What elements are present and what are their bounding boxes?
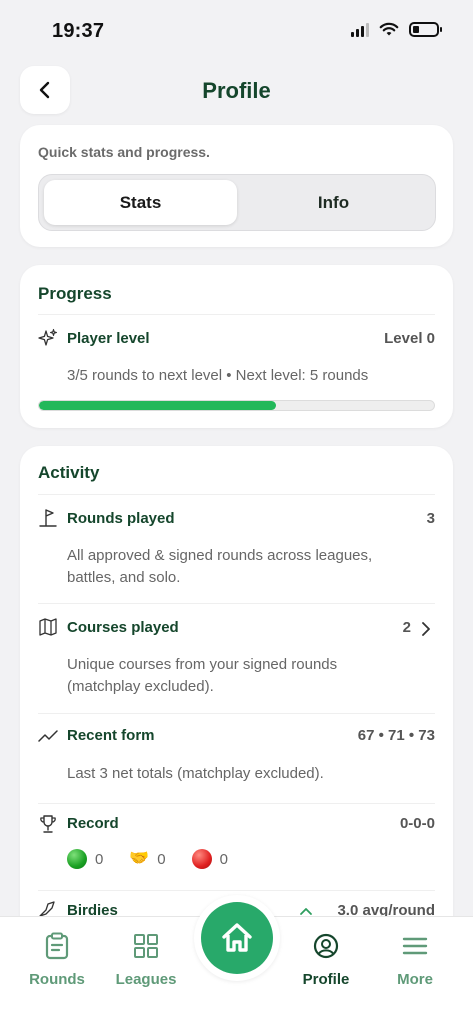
trend-up-icon [300, 908, 312, 915]
status-icons [351, 22, 442, 37]
activity-card: Activity Rounds played 3 All approved & … [20, 446, 453, 946]
tab-stats[interactable]: Stats [44, 180, 237, 225]
trophy-icon [40, 815, 56, 833]
nav-leagues-label: Leagues [115, 971, 177, 988]
level-progress-bar [38, 400, 435, 411]
tab-info[interactable]: Info [237, 180, 430, 225]
progress-card: Progress Player level Level 0 3/5 rounds… [20, 265, 453, 428]
courses-played-value: 2 [402, 619, 411, 636]
menu-icon [400, 931, 430, 961]
courses-played-label: Courses played [67, 619, 179, 636]
win-dot-icon [67, 849, 87, 869]
nav-profile[interactable]: Profile [281, 931, 371, 988]
nav-rounds-label: Rounds [29, 971, 85, 988]
rounds-played-value: 3 [426, 510, 435, 527]
chevron-right-icon [422, 622, 430, 636]
halves-count: 0 [157, 850, 166, 868]
clipboard-icon [42, 931, 72, 961]
trend-line-icon [38, 730, 58, 742]
home-button-inner [201, 902, 273, 974]
overview-subtitle: Quick stats and progress. [38, 144, 210, 160]
rounds-played-description: All approved & signed rounds across leag… [67, 547, 373, 586]
divider [38, 314, 435, 315]
page-title: Profile [202, 78, 271, 103]
map-icon [39, 618, 57, 636]
level-progress-fill [39, 401, 276, 410]
losses-count: 0 [219, 850, 228, 868]
wins-count: 0 [95, 850, 104, 868]
recent-form-description: Last 3 net totals (matchplay excluded). [67, 765, 324, 782]
divider [38, 890, 435, 891]
user-circle-icon [311, 931, 341, 961]
player-level-value: Level 0 [384, 330, 435, 347]
divider [38, 713, 435, 714]
recent-form-value: 67 • 71 • 73 [357, 727, 435, 744]
rounds-played-label: Rounds played [67, 510, 175, 527]
player-level-label: Player level [67, 330, 150, 347]
handshake-icon: 🤝 [129, 850, 150, 867]
record-value: 0-0-0 [399, 815, 435, 832]
status-bar: 19:37 [0, 0, 473, 62]
nav-profile-label: Profile [302, 971, 350, 988]
overview-card: Quick stats and progress. Stats Info [20, 125, 453, 247]
nav-rounds[interactable]: Rounds [12, 931, 102, 988]
status-time: 19:37 [52, 20, 105, 42]
wifi-icon [379, 22, 399, 36]
segmented-control: Stats Info [38, 174, 436, 231]
nav-leagues[interactable]: Leagues [101, 931, 191, 988]
divider [38, 603, 435, 604]
home-icon [222, 923, 252, 952]
activity-title: Activity [38, 463, 100, 482]
progress-title: Progress [38, 284, 112, 303]
record-label: Record [67, 815, 119, 832]
recent-form-label: Recent form [67, 727, 155, 744]
grid-icon [131, 931, 161, 961]
cellular-signal-icon [351, 22, 369, 37]
nav-more-label: More [397, 971, 433, 988]
nav-more[interactable]: More [370, 931, 460, 988]
sparkles-icon [38, 328, 58, 346]
divider [38, 803, 435, 804]
courses-played-description: Unique courses from your signed rounds (… [67, 656, 338, 695]
home-button[interactable] [194, 895, 280, 981]
battery-icon [409, 22, 442, 37]
record-breakdown: 0 🤝 0 0 [67, 849, 228, 869]
loss-dot-icon [191, 849, 212, 869]
divider [38, 494, 435, 495]
player-level-description: 3/5 rounds to next level • Next level: 5… [67, 367, 369, 384]
golf-flag-icon [39, 509, 57, 527]
